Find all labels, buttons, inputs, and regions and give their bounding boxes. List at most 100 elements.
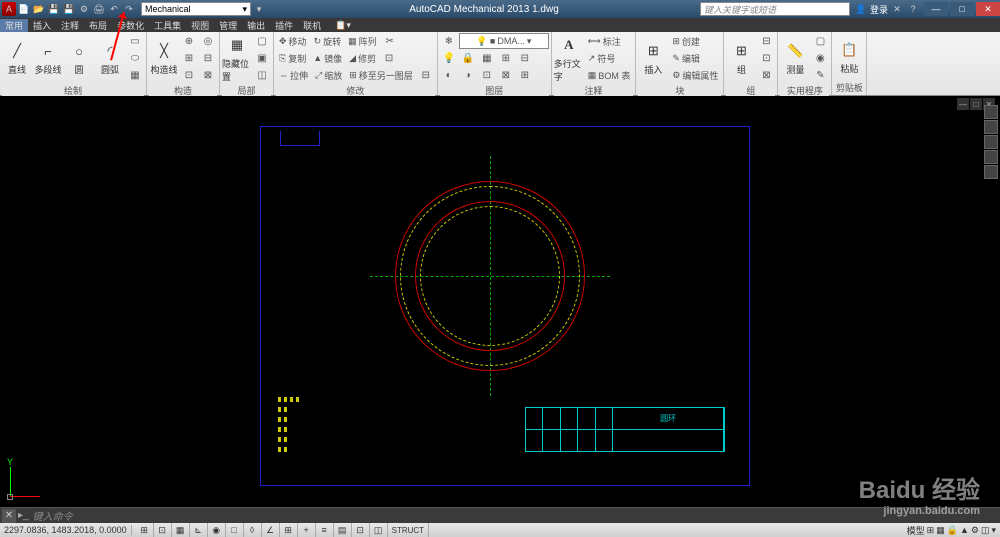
polyline-button[interactable]: ⌐多段线 xyxy=(33,33,63,83)
measure-button[interactable]: 📏测量 xyxy=(780,33,810,83)
util3-icon[interactable]: ✎ xyxy=(811,67,829,83)
nav4-icon[interactable] xyxy=(984,150,998,164)
cl5-icon[interactable]: ⊡ xyxy=(180,67,198,83)
layer1-icon[interactable]: ❄ xyxy=(440,33,458,49)
layer2-icon[interactable]: 💡 xyxy=(440,50,458,66)
lwt-icon[interactable]: ≡ xyxy=(316,523,334,537)
dyn-icon[interactable]: + xyxy=(298,523,316,537)
nav1-icon[interactable] xyxy=(984,105,998,119)
tab-annotate[interactable]: 注释 xyxy=(56,19,84,32)
new-icon[interactable]: 📄 xyxy=(17,2,31,16)
signin-label[interactable]: 登录 xyxy=(870,2,888,16)
qp-icon[interactable]: ⊡ xyxy=(352,523,370,537)
tab-output[interactable]: 输出 xyxy=(242,19,270,32)
layer7-icon[interactable]: ◐ xyxy=(440,67,458,83)
layer11-icon[interactable]: ⊞ xyxy=(516,67,534,83)
model-badge[interactable]: 模型 xyxy=(907,524,925,537)
group3-icon[interactable]: ⊠ xyxy=(757,67,775,83)
power-icon[interactable]: ⚙ xyxy=(77,2,91,16)
cmd-close-icon[interactable]: ✕ xyxy=(2,509,16,523)
osnap-icon[interactable]: □ xyxy=(226,523,244,537)
snap-icon[interactable]: ⊡ xyxy=(154,523,172,537)
help-icon[interactable]: ? xyxy=(906,2,920,16)
annoscale-icon[interactable]: 🔒 xyxy=(947,525,958,536)
ducs-icon[interactable]: ⊞ xyxy=(280,523,298,537)
layer10-icon[interactable]: ⊠ xyxy=(497,67,515,83)
qat-dropdown-icon[interactable]: ▾ xyxy=(252,2,266,16)
maximize-button[interactable]: □ xyxy=(950,2,974,16)
edit-button[interactable]: ✎ 编辑 xyxy=(669,50,703,66)
layer8-icon[interactable]: ◑ xyxy=(459,67,477,83)
cl4-icon[interactable]: ⊟ xyxy=(199,50,217,66)
create-button[interactable]: ⊞ 创建 xyxy=(669,33,703,49)
paste-button[interactable]: 📋粘贴 xyxy=(834,33,864,80)
status-r1-icon[interactable]: ⊞ xyxy=(927,525,935,536)
fillet-button[interactable]: ◢ 修剪 xyxy=(346,50,379,66)
modify-x2-icon[interactable]: ⊡ xyxy=(380,50,398,66)
dim-button[interactable]: ⟷ 标注 xyxy=(585,33,624,49)
signin-icon[interactable]: 👤 xyxy=(854,2,868,16)
copy-button[interactable]: ⎘ 复制 xyxy=(276,50,309,66)
ortho-icon[interactable]: ⊾ xyxy=(190,523,208,537)
detail3-icon[interactable]: ◫ xyxy=(253,67,271,83)
hide-button[interactable]: ▦隐藏位置 xyxy=(222,33,252,83)
doc-max-icon[interactable]: □ xyxy=(970,98,982,110)
plot-icon[interactable]: 🖨 xyxy=(92,2,106,16)
status-r2-icon[interactable]: ▦ xyxy=(936,525,945,536)
app-menu-icon[interactable]: A xyxy=(2,2,16,16)
rect-icon[interactable]: ▭ xyxy=(126,33,144,49)
movelayer-button[interactable]: ⊞ 移至另一图层 xyxy=(346,67,416,83)
detail2-icon[interactable]: ▣ xyxy=(253,50,271,66)
save-icon[interactable]: 💾 xyxy=(47,2,61,16)
line-button[interactable]: ╱直线 xyxy=(2,33,32,83)
hatch-icon[interactable]: ▦ xyxy=(126,67,144,83)
minimize-button[interactable]: — xyxy=(924,2,948,16)
ellipse-icon[interactable]: ⬭ xyxy=(126,50,144,66)
tab-view[interactable]: 视图 xyxy=(186,19,214,32)
layer-combo[interactable]: 💡 ■ DMA... ▾ xyxy=(459,33,549,49)
tab-online[interactable]: 联机 xyxy=(298,19,326,32)
osnap3d-icon[interactable]: ◊ xyxy=(244,523,262,537)
otrack-icon[interactable]: ∠ xyxy=(262,523,280,537)
mirror-button[interactable]: ▲ 镜像 xyxy=(310,50,345,66)
sc-icon[interactable]: ◫ xyxy=(370,523,388,537)
command-line[interactable]: ✕ ▸_ 键入命令 xyxy=(0,507,1000,523)
struct-label[interactable]: STRUCT xyxy=(388,523,429,537)
modify-x3-icon[interactable]: ⊟ xyxy=(417,67,435,83)
editprops-button[interactable]: ⚙ 编辑属性 xyxy=(669,67,721,83)
stretch-button[interactable]: ⇔ 拉伸 xyxy=(276,67,311,83)
circle-button[interactable]: ○圆 xyxy=(64,33,94,83)
polar-icon[interactable]: ◉ xyxy=(208,523,226,537)
grid-icon[interactable]: ▦ xyxy=(172,523,190,537)
doc-min-icon[interactable]: — xyxy=(957,98,969,110)
close-button[interactable]: ✕ xyxy=(976,2,1000,16)
nav2-icon[interactable] xyxy=(984,120,998,134)
array-button[interactable]: ▦ 阵列 xyxy=(345,33,380,49)
nav5-icon[interactable] xyxy=(984,165,998,179)
cl6-icon[interactable]: ⊠ xyxy=(199,67,217,83)
tpy-icon[interactable]: ▤ xyxy=(334,523,352,537)
tab-home[interactable]: 常用 xyxy=(0,19,28,32)
status-r6-icon[interactable]: ▾ xyxy=(991,525,996,536)
layer9-icon[interactable]: ⊡ xyxy=(478,67,496,83)
infer-icon[interactable]: ⊞ xyxy=(136,523,154,537)
tab-manage[interactable]: 管理 xyxy=(214,19,242,32)
group1-icon[interactable]: ⊟ xyxy=(757,33,775,49)
bom-button[interactable]: ▦ BOM 表 xyxy=(585,67,634,83)
group2-icon[interactable]: ⊡ xyxy=(757,50,775,66)
workspace-combo[interactable]: Mechanical ▾ xyxy=(141,2,251,16)
status-r4-icon[interactable]: ⚙ xyxy=(971,525,979,536)
detail1-icon[interactable]: ▢ xyxy=(253,33,271,49)
layer4-icon[interactable]: ▦ xyxy=(478,50,496,66)
insert-button[interactable]: ⊞插入 xyxy=(638,33,668,83)
mtext-button[interactable]: A多行文字 xyxy=(554,33,584,83)
group-button[interactable]: ⊞组 xyxy=(726,33,756,83)
move-button[interactable]: ✥ 移动 xyxy=(276,33,310,49)
tab-layout[interactable]: 布局 xyxy=(84,19,112,32)
tab-focus[interactable]: 📋▾ xyxy=(330,20,356,31)
layer3-icon[interactable]: 🔒 xyxy=(459,50,477,66)
tab-insert[interactable]: 插入 xyxy=(28,19,56,32)
status-r3-icon[interactable]: ▲ xyxy=(960,525,969,535)
layer5-icon[interactable]: ⊞ xyxy=(497,50,515,66)
exchange-icon[interactable]: ✕ xyxy=(890,2,904,16)
